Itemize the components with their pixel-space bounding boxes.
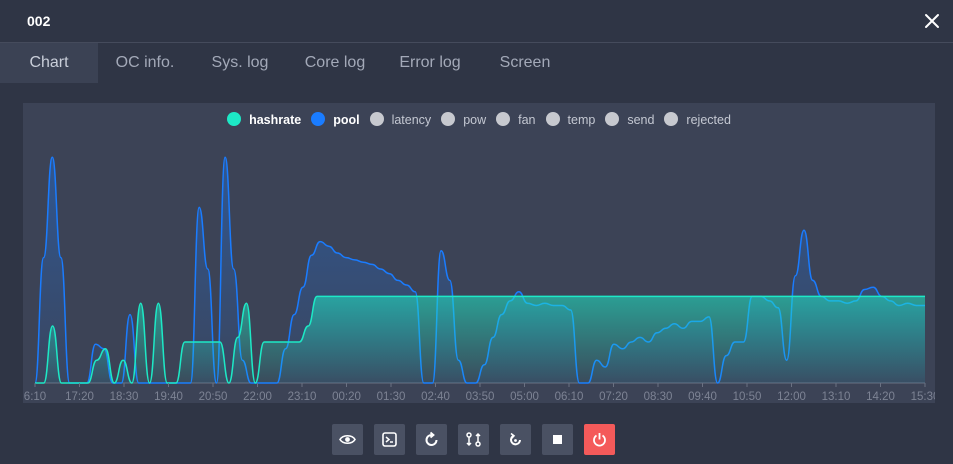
modal-title: 002 <box>27 13 51 29</box>
x-tick-label: 13:10 <box>822 391 851 403</box>
x-tick-label: 23:10 <box>288 391 317 403</box>
x-tick-label: 19:40 <box>154 391 183 403</box>
eye-icon <box>339 434 356 445</box>
switch-pool-icon <box>466 432 481 447</box>
terminal-icon <box>382 432 397 447</box>
x-tick-label: 00:20 <box>332 391 361 403</box>
tab-core-log[interactable]: Core log <box>292 43 378 83</box>
chart-panel: hashrate pool latency pow fan temp send rejecte… <box>23 103 935 403</box>
device-modal: 002 Chart OC info. Sys. log Core log Err… <box>0 0 953 464</box>
tab-sys-log[interactable]: Sys. log <box>200 43 280 83</box>
refresh-icon <box>425 431 438 446</box>
stop-icon <box>553 435 562 444</box>
switch-pool-button[interactable] <box>458 424 489 455</box>
x-tick-label: 22:00 <box>243 391 272 403</box>
x-tick-label: 12:00 <box>777 391 806 403</box>
x-tick-label: 09:40 <box>688 391 717 403</box>
tab-oc-info[interactable]: OC info. <box>102 43 188 83</box>
x-tick-label: 6:10 <box>24 391 46 403</box>
series-area-hashrate <box>35 296 925 383</box>
x-tick-label: 14:20 <box>866 391 895 403</box>
x-tick-label: 17:20 <box>65 391 94 403</box>
tab-chart[interactable]: Chart <box>0 43 98 83</box>
power-button[interactable] <box>584 424 615 455</box>
eye-button[interactable] <box>332 424 363 455</box>
x-tick-label: 20:50 <box>199 391 228 403</box>
restart-button[interactable] <box>500 424 531 455</box>
restart-icon <box>510 432 521 446</box>
x-tick-label: 03:50 <box>466 391 495 403</box>
x-tick-label: 07:20 <box>599 391 628 403</box>
terminal-button[interactable] <box>374 424 405 455</box>
x-tick-label: 05:00 <box>510 391 539 403</box>
stop-button[interactable] <box>542 424 573 455</box>
x-tick-label: 18:30 <box>110 391 139 403</box>
refresh-button[interactable] <box>416 424 447 455</box>
x-tick-label: 01:30 <box>377 391 406 403</box>
tab-error-log[interactable]: Error log <box>388 43 472 83</box>
chart-plot: 6:10 17:20 18:30 19:40 20:50 22:00 23:10 00:20 0… <box>24 156 935 403</box>
tab-bar: Chart OC info. Sys. log Core log Error l… <box>0 43 953 83</box>
x-tick-label: 15:30 <box>911 391 935 403</box>
power-icon <box>593 433 606 447</box>
modal-header: 002 <box>0 0 953 43</box>
x-tick-label: 08:30 <box>644 391 673 403</box>
tab-screen[interactable]: Screen <box>486 43 564 83</box>
close-button[interactable] <box>923 12 941 30</box>
x-tick-label: 02:40 <box>421 391 450 403</box>
close-icon <box>925 14 939 28</box>
x-tick-label: 06:10 <box>555 391 584 403</box>
x-tick-label: 10:50 <box>733 391 762 403</box>
